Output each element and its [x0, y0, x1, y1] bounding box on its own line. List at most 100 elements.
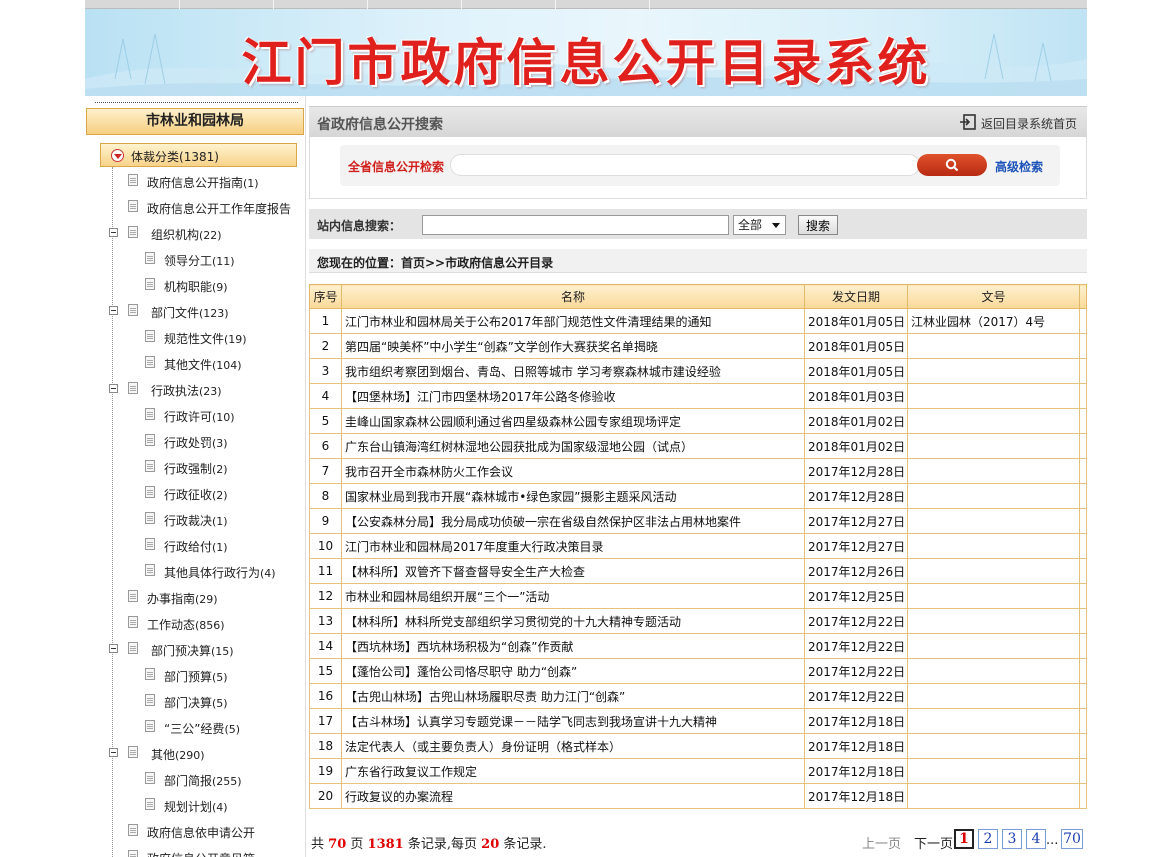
document-icon [145, 668, 155, 680]
collapse-arrow-icon[interactable] [111, 149, 124, 162]
document-table: 序号 名称 发文日期 文号 1 江门市林业和园林局关于公布2017年部门规范性文件… [309, 284, 1087, 809]
last-page-link[interactable]: 70 [1061, 829, 1083, 849]
row-title-link[interactable]: 【古兜山林场】古兜山林场履职尽责 助力江门“创森” [341, 683, 805, 709]
tree-item[interactable]: 政府信息公开工作年度报告 [109, 199, 299, 217]
next-page-link[interactable]: 下一页 [914, 833, 953, 852]
document-icon [145, 798, 155, 810]
folder-icon [128, 382, 138, 394]
row-title-link[interactable]: 【蓬怡公司】蓬怡公司恪尽职守 助力“创森” [341, 658, 805, 684]
row-index: 12 [309, 583, 342, 609]
collapse-toggle-icon[interactable] [109, 228, 118, 237]
row-title-link[interactable]: 市林业和园林局组织开展“三个一”活动 [341, 583, 805, 609]
collapse-toggle-icon[interactable] [109, 306, 118, 315]
row-date: 2018年01月05日 [804, 308, 908, 334]
document-icon [128, 174, 138, 186]
row-date: 2017年12月18日 [804, 783, 908, 809]
row-title-link[interactable]: 【西坑林场】西坑林场积极为“创森”作贡献 [341, 633, 805, 659]
row-title-link[interactable]: 我市组织考察团到烟台、青岛、日照等城市 学习考察森林城市建设经验 [341, 358, 805, 384]
tree-root-category[interactable]: 体裁分类(1381) [100, 143, 297, 167]
row-title-link[interactable]: 【四堡林场】江门市四堡林场2017年公路冬修验收 [341, 383, 805, 409]
tree-item-label: 政府信息公开指南(1) [147, 176, 259, 190]
tree-item[interactable]: 部门预算(5) [130, 667, 320, 685]
row-index: 1 [309, 308, 342, 334]
row-title-link[interactable]: 【林科所】双管齐下督查督导安全生产大检查 [341, 558, 805, 584]
tree-item[interactable]: 行政强制(2) [130, 459, 320, 477]
row-title-link[interactable]: 广东台山镇海湾红树林湿地公园获批成为国家级湿地公园（试点） [341, 433, 805, 459]
document-icon [145, 460, 155, 472]
province-search-button[interactable] [917, 154, 987, 176]
row-title-link[interactable]: 我市召开全市森林防火工作会议 [341, 458, 805, 484]
row-title-link[interactable]: 【古斗林场】认真学习专题党课－－陆学飞同志到我场宣讲十九大精神 [341, 708, 805, 734]
tree-item[interactable]: 政府信息依申请公开 [109, 823, 299, 841]
tree-item[interactable]: 行政裁决(1) [130, 511, 320, 529]
tree-item[interactable]: 部门预决算(15) [109, 641, 299, 659]
tree-item[interactable]: 行政许可(10) [130, 407, 320, 425]
tree-item[interactable]: 行政征收(2) [130, 485, 320, 503]
row-doc-number [907, 783, 1080, 809]
page-1-link[interactable]: 1 [954, 829, 974, 849]
row-doc-number [907, 533, 1080, 559]
row-title-link[interactable]: 【公安森林分局】我分局成功侦破一宗在省级自然保护区非法占用林地案件 [341, 508, 805, 534]
row-title-link[interactable]: 国家林业局到我市开展“森林城市•绿色家园”摄影主题采风活动 [341, 483, 805, 509]
tree-item[interactable]: “三公”经费(5) [130, 719, 320, 737]
tree-item[interactable]: 领导分工(11) [130, 251, 320, 269]
tree-item[interactable]: 其他文件(104) [130, 355, 320, 373]
row-doc-number [907, 433, 1080, 459]
site-search-scope-select[interactable]: 全部 [733, 215, 786, 235]
row-index: 8 [309, 483, 342, 509]
tree-item[interactable]: 其他(290) [109, 745, 299, 763]
folder-icon [128, 746, 138, 758]
row-index: 6 [309, 433, 342, 459]
row-title-link[interactable]: 江门市林业和园林局关于公布2017年部门规范性文件清理结果的通知 [341, 308, 805, 334]
page-3-link[interactable]: 3 [1002, 829, 1022, 849]
tree-item[interactable]: 政府信息公开意见箱 [109, 849, 299, 857]
collapse-toggle-icon[interactable] [109, 644, 118, 653]
row-spacer [1079, 783, 1087, 809]
table-row: 9 【公安森林分局】我分局成功侦破一宗在省级自然保护区非法占用林地案件 2017年1… [309, 508, 1087, 534]
tree-item[interactable]: 其他具体行政行为(4) [130, 563, 320, 581]
tree-item[interactable]: 政府信息公开指南(1) [109, 173, 299, 191]
tree-item[interactable]: 机构职能(9) [130, 277, 320, 295]
row-title-link[interactable]: 行政复议的办案流程 [341, 783, 805, 809]
tree-item-label: 行政征收(2) [164, 488, 228, 502]
tree-item[interactable]: 行政执法(23) [109, 381, 299, 399]
tree-item[interactable]: 行政给付(1) [130, 537, 320, 555]
collapse-toggle-icon[interactable] [109, 748, 118, 757]
row-index: 13 [309, 608, 342, 634]
table-row: 1 江门市林业和园林局关于公布2017年部门规范性文件清理结果的通知 2018年01… [309, 308, 1087, 334]
row-date: 2017年12月18日 [804, 733, 908, 759]
row-title-link[interactable]: 法定代表人（或主要负责人）身份证明（格式样本） [341, 733, 805, 759]
advanced-search-link[interactable]: 高级检索 [995, 158, 1043, 175]
row-title-link[interactable]: 江门市林业和园林局2017年度重大行政决策目录 [341, 533, 805, 559]
tree-item[interactable]: 组织机构(22) [109, 225, 299, 243]
site-search-button[interactable]: 搜索 [798, 215, 838, 235]
tree-item[interactable]: 办事指南(29) [109, 589, 299, 607]
row-date: 2017年12月27日 [804, 533, 908, 559]
document-icon [128, 200, 138, 212]
row-index: 19 [309, 758, 342, 784]
page-4-link[interactable]: 4 [1026, 829, 1046, 849]
document-icon [128, 824, 138, 836]
row-index: 14 [309, 633, 342, 659]
row-title-link[interactable]: 【林科所】林科所党支部组织学习贯彻党的十九大精神专题活动 [341, 608, 805, 634]
tree-item[interactable]: 行政处罚(3) [130, 433, 320, 451]
row-title-link[interactable]: 第四届“映美杯”中小学生“创森”文学创作大赛获奖名单揭晓 [341, 333, 805, 359]
tree-item[interactable]: 部门文件(123) [109, 303, 299, 321]
tree-item[interactable]: 部门简报(255) [130, 771, 320, 789]
row-title-link[interactable]: 圭峰山国家森林公园顺利通过省四星级森林公园专家组现场评定 [341, 408, 805, 434]
row-date: 2017年12月18日 [804, 708, 908, 734]
province-search-input[interactable] [450, 154, 920, 176]
prev-page-link[interactable]: 上一页 [862, 833, 901, 852]
page-2-link[interactable]: 2 [978, 829, 998, 849]
site-search-input[interactable] [422, 215, 729, 235]
row-title-link[interactable]: 广东省行政复议工作规定 [341, 758, 805, 784]
tree-item[interactable]: 规划计划(4) [130, 797, 320, 815]
tree-item[interactable]: 规范性文件(19) [130, 329, 320, 347]
tree-item[interactable]: 工作动态(856) [109, 615, 299, 633]
tree-item[interactable]: 部门决算(5) [130, 693, 320, 711]
collapse-toggle-icon[interactable] [109, 384, 118, 393]
row-doc-number [907, 708, 1080, 734]
pagination-ellipsis: ... [1046, 833, 1059, 848]
return-home-link[interactable]: 返回目录系统首页 [981, 115, 1077, 132]
return-home-icon[interactable] [959, 113, 977, 131]
